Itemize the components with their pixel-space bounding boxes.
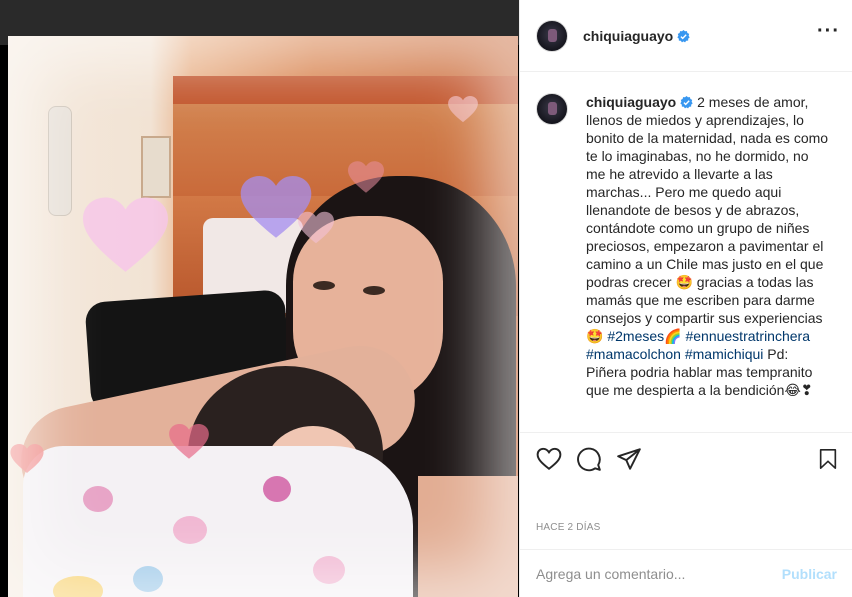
heart-outline-icon[interactable] bbox=[536, 446, 562, 472]
comment-input[interactable] bbox=[536, 565, 782, 582]
post-header: chiquiaguayo ··· bbox=[520, 0, 852, 72]
more-options-icon[interactable]: ··· bbox=[817, 21, 839, 45]
comments-section: chiquiaguayo 2 meses de amor, llenos de … bbox=[520, 73, 852, 432]
username-link[interactable]: chiquiaguayo bbox=[583, 28, 690, 44]
heart-exclamation-emoji: ❣ bbox=[800, 382, 813, 398]
verified-badge-icon bbox=[677, 29, 690, 43]
heart-sticker bbox=[348, 161, 384, 194]
avatar[interactable] bbox=[536, 93, 568, 125]
comment-bubble-icon[interactable] bbox=[576, 446, 602, 472]
post-comment-button[interactable]: Publicar bbox=[782, 566, 837, 582]
heart-sticker bbox=[448, 96, 478, 123]
post-caption: chiquiaguayo 2 meses de amor, llenos de … bbox=[586, 94, 829, 398]
hashtag-link[interactable]: #2meses bbox=[607, 328, 664, 344]
post-side-panel: chiquiaguayo ··· chiquiaguayo 2 meses de… bbox=[519, 0, 852, 597]
caption-username[interactable]: chiquiaguayo bbox=[586, 94, 693, 110]
paper-plane-icon[interactable] bbox=[616, 446, 642, 472]
post-actions bbox=[520, 432, 852, 484]
heart-sticker bbox=[83, 196, 168, 276]
star-eyes-emoji: 🤩 bbox=[675, 274, 693, 290]
post-photo-area bbox=[0, 0, 519, 597]
hashtag-link[interactable]: #mamichiqui bbox=[685, 346, 764, 362]
comment-bar: Publicar bbox=[520, 549, 852, 597]
avatar[interactable] bbox=[536, 19, 568, 52]
bookmark-icon[interactable] bbox=[817, 446, 839, 472]
laughing-emoji: 😂 bbox=[784, 382, 801, 398]
post-timestamp[interactable]: Hace 2 días bbox=[536, 522, 600, 533]
verified-badge-icon bbox=[680, 95, 693, 109]
hashtag-link[interactable]: #ennuestratrinchera bbox=[685, 328, 810, 344]
post-image[interactable] bbox=[8, 36, 518, 597]
heart-sticker bbox=[298, 211, 334, 245]
heart-sticker bbox=[10, 444, 44, 474]
hashtag-link[interactable]: #mamacolchon bbox=[586, 346, 681, 362]
rainbow-emoji: 🌈 bbox=[664, 328, 682, 344]
star-eyes-emoji: 🤩 bbox=[586, 328, 604, 344]
caption-row: chiquiaguayo 2 meses de amor, llenos de … bbox=[536, 93, 837, 399]
heart-sticker bbox=[168, 424, 210, 460]
